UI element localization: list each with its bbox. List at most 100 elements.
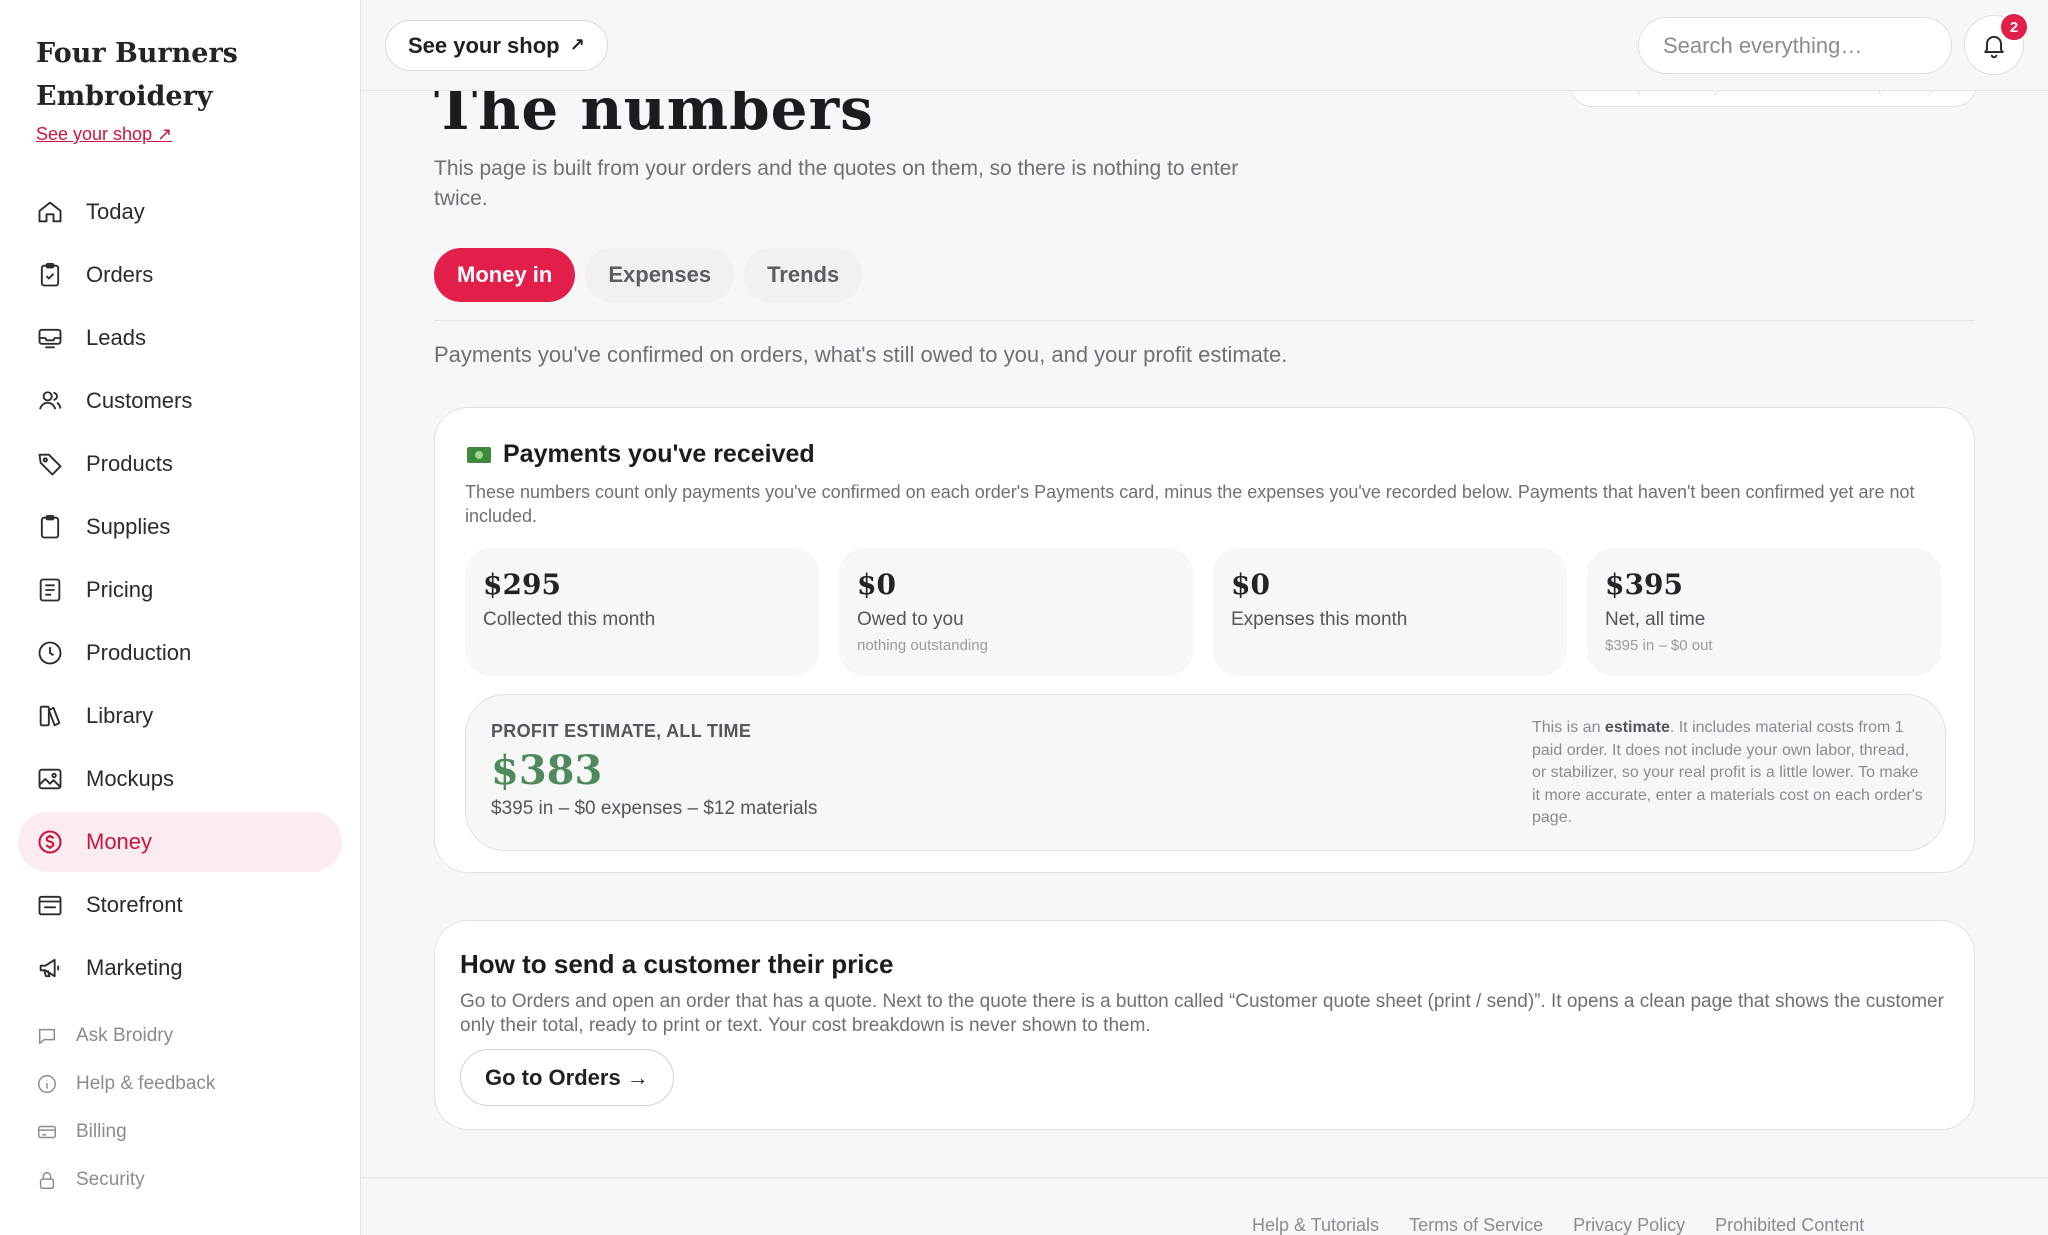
sidebar-item-label: Security xyxy=(76,1169,145,1190)
profit-value: $383 xyxy=(491,747,603,794)
payments-card: Payments you've received These numbers c… xyxy=(434,407,1975,873)
sidebar-item-marketing[interactable]: Marketing xyxy=(18,938,342,998)
sidebar-item-mockups[interactable]: Mockups xyxy=(18,749,342,809)
stat-label: Owed to you xyxy=(857,609,964,630)
profit-breakdown: $395 in – $0 expenses – $12 materials xyxy=(491,798,818,819)
stat-label: Expenses this month xyxy=(1231,609,1408,630)
footer-links: Help & Tutorials Terms of Service Privac… xyxy=(1252,1215,1864,1235)
stat-value: $295 xyxy=(483,568,561,601)
search-input[interactable] xyxy=(1638,17,1952,74)
profit-note: This is an estimate. It includes materia… xyxy=(1532,717,1927,830)
footer-link-privacy[interactable]: Privacy Policy xyxy=(1573,1215,1685,1235)
footer-link-terms[interactable]: Terms of Service xyxy=(1409,1215,1543,1235)
main-content: Export for your accountant (CSV) The num… xyxy=(361,91,2048,1235)
brand-name: Four Burners Embroidery xyxy=(36,38,238,112)
see-your-shop-button[interactable]: See your shop ↗ xyxy=(385,20,608,71)
home-icon xyxy=(36,198,64,226)
image-icon xyxy=(36,765,64,793)
sidebar-item-money[interactable]: Money xyxy=(18,812,342,872)
lock-icon xyxy=(36,1169,58,1191)
tag-icon xyxy=(36,450,64,478)
sidebar-item-orders[interactable]: Orders xyxy=(18,245,342,305)
sidebar-item-label: Billing xyxy=(76,1121,127,1142)
sidebar-item-label: Library xyxy=(86,703,154,728)
footer-link-prohibited[interactable]: Prohibited Content xyxy=(1715,1215,1864,1235)
go-to-orders-button[interactable]: Go to Orders → xyxy=(460,1049,674,1106)
payments-card-header: Payments you've received xyxy=(467,440,815,469)
sidebar-item-label: Today xyxy=(86,199,145,224)
sidebar-item-label: Supplies xyxy=(86,514,171,539)
profit-estimate-panel: PROFIT ESTIMATE, ALL TIME $383 $395 in –… xyxy=(465,694,1946,851)
tab-money-in[interactable]: Money in xyxy=(434,248,576,302)
stat-note: $395 in – $0 out xyxy=(1605,637,1713,654)
sidebar-item-security[interactable]: Security xyxy=(36,1163,145,1197)
sidebar-item-help[interactable]: Help & feedback xyxy=(36,1067,215,1101)
sidebar-item-label: Orders xyxy=(86,262,154,287)
tab-trends[interactable]: Trends xyxy=(744,248,863,302)
stat-owed-to-you: $0 Owed to you nothing outstanding xyxy=(839,548,1193,676)
stat-value: $0 xyxy=(857,568,896,601)
sidebar-item-pricing[interactable]: Pricing xyxy=(18,560,342,620)
tabs-divider xyxy=(434,320,1975,321)
sidebar-item-library[interactable]: Library xyxy=(18,686,342,746)
library-icon xyxy=(36,702,64,730)
sidebar-item-label: Pricing xyxy=(86,577,154,602)
stat-value: $395 xyxy=(1605,568,1683,601)
stat-label: Net, all time xyxy=(1605,609,1706,630)
stat-label: Collected this month xyxy=(483,609,656,630)
sidebar-item-label: Marketing xyxy=(86,955,183,980)
page-subtitle: This page is built from your orders and … xyxy=(434,157,1239,210)
users-icon xyxy=(36,387,64,415)
tab-expenses[interactable]: Expenses xyxy=(585,248,735,302)
money-tabs: Money in Expenses Trends xyxy=(434,248,863,302)
stat-note: nothing outstanding xyxy=(857,637,988,654)
notification-count-badge: 2 xyxy=(1999,12,2029,42)
stat-collected-this-month: $295 Collected this month xyxy=(465,548,819,676)
credit-card-icon xyxy=(36,1121,58,1143)
clock-icon xyxy=(36,639,64,667)
sidebar-item-label: Customers xyxy=(86,388,193,413)
footer-link-help[interactable]: Help & Tutorials xyxy=(1252,1215,1379,1235)
sidebar-item-label: Money xyxy=(86,829,153,854)
inbox-icon xyxy=(36,324,64,352)
sidebar-item-today[interactable]: Today xyxy=(18,182,342,242)
top-bar: See your shop ↗ 2 xyxy=(361,0,2048,91)
customer-price-card: How to send a customer their price Go to… xyxy=(434,920,1975,1130)
profit-note-emphasis: estimate xyxy=(1604,719,1670,736)
customer-price-description: Go to Orders and open an order that has … xyxy=(460,991,1944,1036)
sidebar-item-label: Ask Broidry xyxy=(76,1025,174,1046)
page-title: The numbers xyxy=(434,91,874,143)
info-icon xyxy=(36,1073,58,1095)
dollar-icon xyxy=(36,828,64,856)
sidebar-item-label: Storefront xyxy=(86,892,183,917)
clipboard-icon xyxy=(36,513,64,541)
chat-icon xyxy=(36,1025,58,1047)
sidebar-item-ask-broidry[interactable]: Ask Broidry xyxy=(36,1019,173,1053)
footer-divider xyxy=(361,1177,2048,1178)
stat-net-all-time: $395 Net, all time $395 in – $0 out xyxy=(1587,548,1941,676)
sidebar-item-production[interactable]: Production xyxy=(18,623,342,683)
sidebar-item-products[interactable]: Products xyxy=(18,434,342,494)
stat-value: $0 xyxy=(1231,568,1270,601)
storefront-icon xyxy=(36,891,64,919)
shop-button-label: See your shop xyxy=(408,32,560,58)
sidebar: Four Burners Embroidery See your shop ↗ … xyxy=(0,0,361,1235)
section-description: Payments you've confirmed on orders, wha… xyxy=(434,342,1288,367)
sidebar-item-label: Production xyxy=(86,640,192,665)
sidebar-item-leads[interactable]: Leads xyxy=(18,308,342,368)
sidebar-shop-link[interactable]: See your shop ↗ xyxy=(36,124,172,145)
money-icon xyxy=(467,446,491,463)
profit-label: PROFIT ESTIMATE, ALL TIME xyxy=(491,721,752,741)
payments-card-description: These numbers count only payments you've… xyxy=(465,482,1915,526)
payments-card-title: Payments you've received xyxy=(503,440,815,468)
stat-expenses-this-month: $0 Expenses this month xyxy=(1213,548,1567,676)
sidebar-item-supplies[interactable]: Supplies xyxy=(18,497,342,557)
sidebar-item-storefront[interactable]: Storefront xyxy=(18,875,342,935)
profit-note-prefix: This is an xyxy=(1532,719,1605,736)
export-csv-button[interactable]: Export for your accountant (CSV) xyxy=(1569,91,1977,107)
sidebar-item-customers[interactable]: Customers xyxy=(18,371,342,431)
sidebar-item-label: Products xyxy=(86,451,173,476)
clipboard-check-icon xyxy=(36,261,64,289)
external-link-icon: ↗ xyxy=(569,35,585,55)
sidebar-item-billing[interactable]: Billing xyxy=(36,1115,127,1149)
